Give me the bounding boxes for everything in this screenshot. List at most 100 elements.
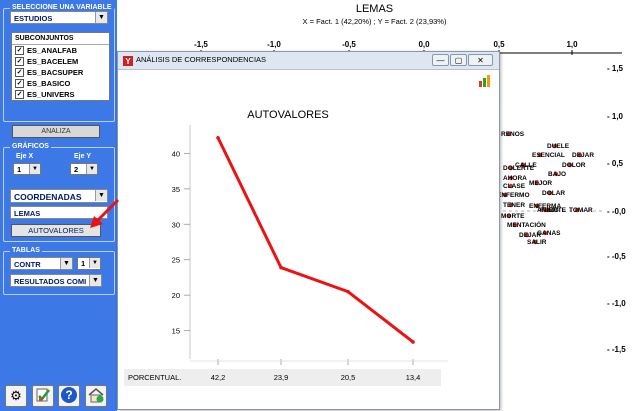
chevron-down-icon[interactable]: ▼ xyxy=(89,258,100,268)
point-label: DOLOR xyxy=(562,162,586,169)
subset-label: ES_BACELEM xyxy=(27,57,79,66)
axis-x-label: Eje X xyxy=(16,153,34,160)
results-dropdown[interactable]: RESULTADOS COMI ▼ xyxy=(10,274,102,287)
close-button[interactable]: ✕ xyxy=(468,54,493,66)
percent-value: 42,2 xyxy=(211,373,226,382)
checkbox-checked-icon[interactable]: ✓ xyxy=(15,46,24,55)
table-type-dropdown[interactable]: CONTR ▼ xyxy=(10,257,73,270)
minimize-button[interactable]: — xyxy=(432,54,449,66)
table-type-value: CONTR xyxy=(14,260,41,269)
axis-x-select[interactable]: 1 ▼ xyxy=(13,163,41,175)
subsets-list[interactable]: SUBCONJUNTOS ✓ ES_ANALFAB ✓ ES_BACELEM ✓ ES… xyxy=(11,32,110,101)
subset-label: ES_BASICO xyxy=(27,79,71,88)
y-tick-label: 25 xyxy=(172,256,180,265)
list-item[interactable]: ✓ ES_ANALFAB xyxy=(12,45,109,56)
x-tick-label: -0,5 xyxy=(342,40,356,49)
point-label: AHORA xyxy=(503,175,527,182)
tables-title: TABLAS xyxy=(10,246,42,256)
graphics-title: GRÁFICOS xyxy=(10,142,51,152)
analyze-button[interactable]: ANALIZA xyxy=(12,125,100,138)
graph-type-value: COORDENADAS xyxy=(14,192,82,202)
x-tick-label: 1,0 xyxy=(566,40,578,49)
y-tick-label: 40 xyxy=(172,149,180,158)
axis-y-select[interactable]: 2 ▼ xyxy=(70,163,98,175)
eigenvalues-chart: AUTOVALORES403530252015Fact. 1Fact. 2Fac… xyxy=(124,109,448,386)
chart-title: AUTOVALORES xyxy=(247,109,329,121)
y-tick-label: - -1,5 xyxy=(607,345,626,354)
series-point xyxy=(279,265,283,270)
chevron-down-icon[interactable]: ▼ xyxy=(29,164,40,174)
table-index-select[interactable]: 1 ▼ xyxy=(77,257,101,270)
checklist-icon[interactable] xyxy=(32,385,54,407)
checkbox-checked-icon[interactable]: ✓ xyxy=(15,57,24,66)
help-icon[interactable]: ? xyxy=(58,385,80,407)
percent-row-label: PORCENTUAL. xyxy=(128,373,181,382)
help-icon-graphic: ? xyxy=(61,387,77,403)
point-label: DEJAR xyxy=(519,232,541,239)
home-icon[interactable] xyxy=(85,385,107,407)
checkbox-checked-icon[interactable]: ✓ xyxy=(15,90,24,99)
list-item[interactable]: ✓ ES_BACSUPER xyxy=(12,67,109,78)
series-point xyxy=(216,135,220,140)
chevron-down-icon[interactable]: ▼ xyxy=(89,275,101,286)
y-tick-label: 15 xyxy=(172,327,180,336)
y-tick-label: 30 xyxy=(172,220,180,229)
point-label: SALIR xyxy=(527,239,547,246)
maximize-button[interactable]: ▢ xyxy=(450,54,467,66)
checklist-icon-graphic xyxy=(36,388,50,402)
point-label: CLASE xyxy=(503,183,526,190)
percent-value: 13,4 xyxy=(406,373,421,382)
axis-y-value: 2 xyxy=(74,165,79,174)
home-icon-graphic xyxy=(88,388,104,403)
point-label: MEJOR xyxy=(529,180,552,187)
checkbox-checked-icon[interactable]: ✓ xyxy=(15,68,24,77)
dialog-titlebar[interactable]: Y ANÁLISIS DE CORRESPONDENCIAS — ▢ ✕ xyxy=(118,52,499,70)
point-label: ESENCIAL xyxy=(532,152,565,159)
x-tick-label: -1,5 xyxy=(194,40,208,49)
table-index-value: 1 xyxy=(81,259,86,268)
point-label: RENOS xyxy=(501,131,525,138)
x-tick-label: 0,5 xyxy=(493,40,505,49)
list-item[interactable]: ✓ ES_BACELEM xyxy=(12,56,109,67)
series-point xyxy=(346,289,350,294)
subset-label: ES_BACSUPER xyxy=(27,68,84,77)
results-value: RESULTADOS COMI xyxy=(14,277,87,286)
point-label: MORTE xyxy=(501,213,525,220)
axis-x-value: 1 xyxy=(17,165,22,174)
list-item[interactable]: ✓ ES_BASICO xyxy=(12,78,109,89)
series-line xyxy=(216,137,414,344)
series-point xyxy=(411,340,415,344)
gear-doc-icon[interactable]: ⚙ xyxy=(5,385,27,407)
point-label: TENER xyxy=(503,202,525,209)
chevron-down-icon[interactable]: ▼ xyxy=(60,258,72,269)
y-tick-label: - 1,5 xyxy=(607,64,624,73)
percent-value: 20,5 xyxy=(341,373,356,382)
chevron-down-icon[interactable]: ▼ xyxy=(86,164,97,174)
list-item[interactable]: ✓ ES_UNIVERS xyxy=(12,89,109,100)
percent-value: 23,9 xyxy=(274,373,289,382)
subset-label: ES_ANALFAB xyxy=(27,46,78,55)
variable-dropdown[interactable]: ESTUDIOS ▼ xyxy=(10,11,108,24)
point-label: DOLERTE xyxy=(503,165,535,172)
x-tick-label: 0,0 xyxy=(418,40,430,49)
annotation-arrow xyxy=(90,198,120,228)
y-tick-label: - 0,5 xyxy=(607,159,624,168)
point-label: DEJAR xyxy=(572,152,594,159)
chevron-down-icon[interactable]: ▼ xyxy=(95,12,107,23)
point-label: MENTACIÓN xyxy=(507,220,546,229)
x-tick-label: -1,0 xyxy=(267,40,281,49)
point-label: DUELE xyxy=(547,143,570,150)
subsets-header: SUBCONJUNTOS xyxy=(12,33,109,45)
point-label: ANIMO xyxy=(537,207,559,214)
correspondence-analysis-dialog: Y ANÁLISIS DE CORRESPONDENCIAS — ▢ ✕ AUT… xyxy=(117,51,500,410)
variable-value: ESTUDIOS xyxy=(14,14,53,23)
app-icon: Y xyxy=(123,56,133,66)
y-tick-label: - 1,0 xyxy=(607,112,624,121)
y-tick-label: 20 xyxy=(172,291,180,300)
subset-label: ES_UNIVERS xyxy=(27,90,75,99)
axis-y-label: Eje Y xyxy=(74,153,91,160)
checkbox-checked-icon[interactable]: ✓ xyxy=(15,79,24,88)
y-tick-label: - -0,0 xyxy=(607,207,626,216)
point-label: TOMAR xyxy=(569,207,593,214)
y-tick-label: 35 xyxy=(172,185,180,194)
